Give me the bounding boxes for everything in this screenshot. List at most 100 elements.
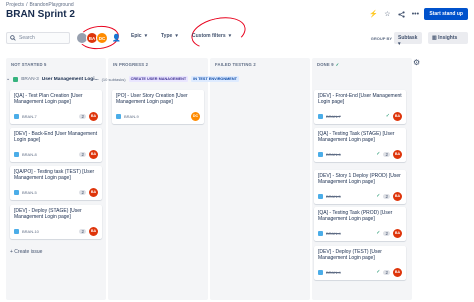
- check-icon: ✓: [376, 269, 381, 275]
- star-icon[interactable]: ☆: [382, 9, 392, 19]
- card-key: BRAN-5: [326, 193, 341, 199]
- more-icon[interactable]: •••: [410, 9, 420, 19]
- avatar[interactable]: BA: [89, 226, 98, 236]
- lightning-icon[interactable]: ⚡: [368, 9, 378, 19]
- card-title: [DEV] - Back-End [User Management Login …: [14, 131, 98, 144]
- chevron-down-icon: ▾: [175, 33, 178, 39]
- story-points: 2: [79, 113, 86, 119]
- avatar[interactable]: BA: [393, 191, 402, 201]
- card-key: BRAN-5: [22, 189, 37, 195]
- chevron-down-icon: ▾: [228, 33, 232, 39]
- card-title: [PO] - User Story Creation [User Managem…: [116, 93, 188, 106]
- share-icon[interactable]: [396, 9, 406, 19]
- chevron-down-icon: ▾: [144, 33, 148, 39]
- breadcrumb-projects[interactable]: Projects: [6, 2, 24, 8]
- card-title: [DEV] - Deploy (TEST) [User Management L…: [318, 249, 382, 262]
- issue-card[interactable]: [DEV] - Deploy (TEST) [User Management L…: [314, 246, 406, 280]
- column-header: DONE 9 ✓: [317, 62, 340, 67]
- column-header-label: DONE 9: [317, 62, 334, 67]
- check-icon: ✓: [376, 193, 381, 199]
- column-failed-testing: FAILED TESTING 2: [210, 58, 310, 300]
- epic-filter[interactable]: Epic ▾: [131, 33, 147, 39]
- story-points: 2: [383, 269, 390, 275]
- search-icon: [10, 35, 16, 41]
- subtask-icon: [14, 228, 19, 234]
- custom-filters-label: Custom filters: [192, 33, 226, 39]
- avatar[interactable]: BA: [89, 111, 98, 121]
- chevron-down-icon[interactable]: ⌄: [6, 76, 10, 82]
- story-points: 2: [79, 228, 86, 234]
- issue-card[interactable]: [DEV] - Back-End [User Management Login …: [10, 128, 102, 162]
- start-standup-button[interactable]: Start stand up: [424, 8, 468, 20]
- issue-card[interactable]: [DEV] - Front-End [User Management Login…: [314, 90, 406, 124]
- avatar[interactable]: BA: [393, 267, 402, 277]
- check-icon: ✓: [376, 151, 381, 157]
- avatar[interactable]: BA: [89, 187, 98, 197]
- subtask-count: (10 subtasks): [101, 76, 126, 82]
- subtask-icon: [318, 151, 323, 157]
- avatar-filter-group: BA DC 👤: [76, 30, 121, 46]
- swimlane-header[interactable]: ⌄ BRAN-3 User Management Logi... (10 sub…: [6, 74, 412, 84]
- issue-card[interactable]: [PO] - User Story Creation [User Managem…: [112, 90, 204, 124]
- group-by-label: GROUP BY: [370, 36, 392, 41]
- type-filter[interactable]: Type ▾: [161, 33, 178, 39]
- check-icon: ✓: [335, 62, 340, 67]
- story-points: 2: [383, 151, 390, 157]
- custom-filters[interactable]: Custom filters ▾: [192, 33, 231, 39]
- swimlane-key[interactable]: BRAN-3: [21, 77, 39, 82]
- story-points: 2: [383, 230, 390, 236]
- column-header: NOT STARTED 5: [11, 62, 47, 67]
- issue-card[interactable]: [QA] - Test Plan Creation [User Manageme…: [10, 90, 102, 124]
- subtask-icon: [14, 151, 19, 157]
- avatar-dc[interactable]: DC: [96, 32, 108, 44]
- story-points: 2: [383, 193, 390, 199]
- avatar[interactable]: BA: [393, 111, 402, 121]
- card-title: [QA] - Test Plan Creation [User Manageme…: [14, 93, 83, 106]
- avatar[interactable]: DC: [191, 111, 200, 121]
- issue-card[interactable]: [DEV] - Story 1 Deploy (PROD) [User Mana…: [314, 170, 406, 204]
- top-actions: ⚡ ☆ ••• Start stand up: [368, 8, 468, 20]
- search-input[interactable]: Search: [6, 32, 70, 44]
- card-key: BRAN-8: [22, 151, 37, 157]
- subtask-icon: [116, 113, 121, 119]
- insights-button[interactable]: ▥ Insights: [428, 32, 468, 44]
- card-key: BRAN-4: [326, 269, 341, 275]
- card-key: BRAN-7: [22, 113, 37, 119]
- toolbar: Search BA DC 👤 Epic ▾ Type ▾ Custom filter…: [6, 12, 468, 54]
- breadcrumb: Projects / BrandonPlayground: [6, 2, 74, 8]
- check-icon: ✓: [385, 113, 390, 119]
- issue-card[interactable]: [QA] - Testing Task (PROD) [User Managem…: [314, 207, 406, 241]
- column-header: FAILED TESTING 2: [215, 62, 256, 67]
- issue-card[interactable]: [QA] - Testing Task (STAGE) [User Manage…: [314, 128, 406, 162]
- story-points: 2: [79, 151, 86, 157]
- column-settings-icon[interactable]: ⚙: [413, 58, 420, 67]
- search-placeholder: Search: [19, 35, 35, 41]
- avatar[interactable]: BA: [393, 149, 402, 159]
- page-title: BRAN Sprint 2: [6, 9, 75, 20]
- type-filter-label: Type: [161, 33, 173, 39]
- card-key: BRAN-7: [326, 113, 341, 119]
- group-by-select[interactable]: Subtask ▾: [394, 32, 422, 47]
- add-people-icon[interactable]: 👤: [112, 34, 121, 42]
- card-title: [QA] - Testing Task (STAGE) [User Manage…: [318, 131, 395, 144]
- card-key: BRAN-6: [326, 151, 341, 157]
- issue-card[interactable]: [DEV] - Deploy (STAGE) [User Management …: [10, 205, 102, 239]
- epic-badge: CREATE USER MANAGEMENT: [128, 76, 189, 82]
- card-key: BRAN-10: [22, 228, 39, 234]
- create-issue-button[interactable]: + Create issue: [10, 249, 42, 255]
- card-key: BRAN-9: [124, 113, 139, 119]
- subtask-icon: [14, 113, 19, 119]
- column-header: IN PROGRESS 2: [113, 62, 149, 67]
- card-title: [DEV] - Front-End [User Management Login…: [318, 93, 402, 106]
- epic-filter-label: Epic: [131, 33, 142, 39]
- card-title: [QA] - Testing Task (PROD) [User Managem…: [318, 210, 393, 223]
- story-points: 2: [79, 189, 86, 195]
- subtask-icon: [14, 189, 19, 195]
- issue-card[interactable]: [QA/PO] - Testing task (TEST) [User Mana…: [10, 166, 102, 200]
- subtask-icon: [318, 269, 323, 275]
- avatar[interactable]: BA: [393, 228, 402, 238]
- subtask-icon: [318, 193, 323, 199]
- subtask-icon: [318, 113, 323, 119]
- breadcrumb-project[interactable]: BrandonPlayground: [29, 2, 73, 8]
- avatar[interactable]: BA: [89, 149, 98, 159]
